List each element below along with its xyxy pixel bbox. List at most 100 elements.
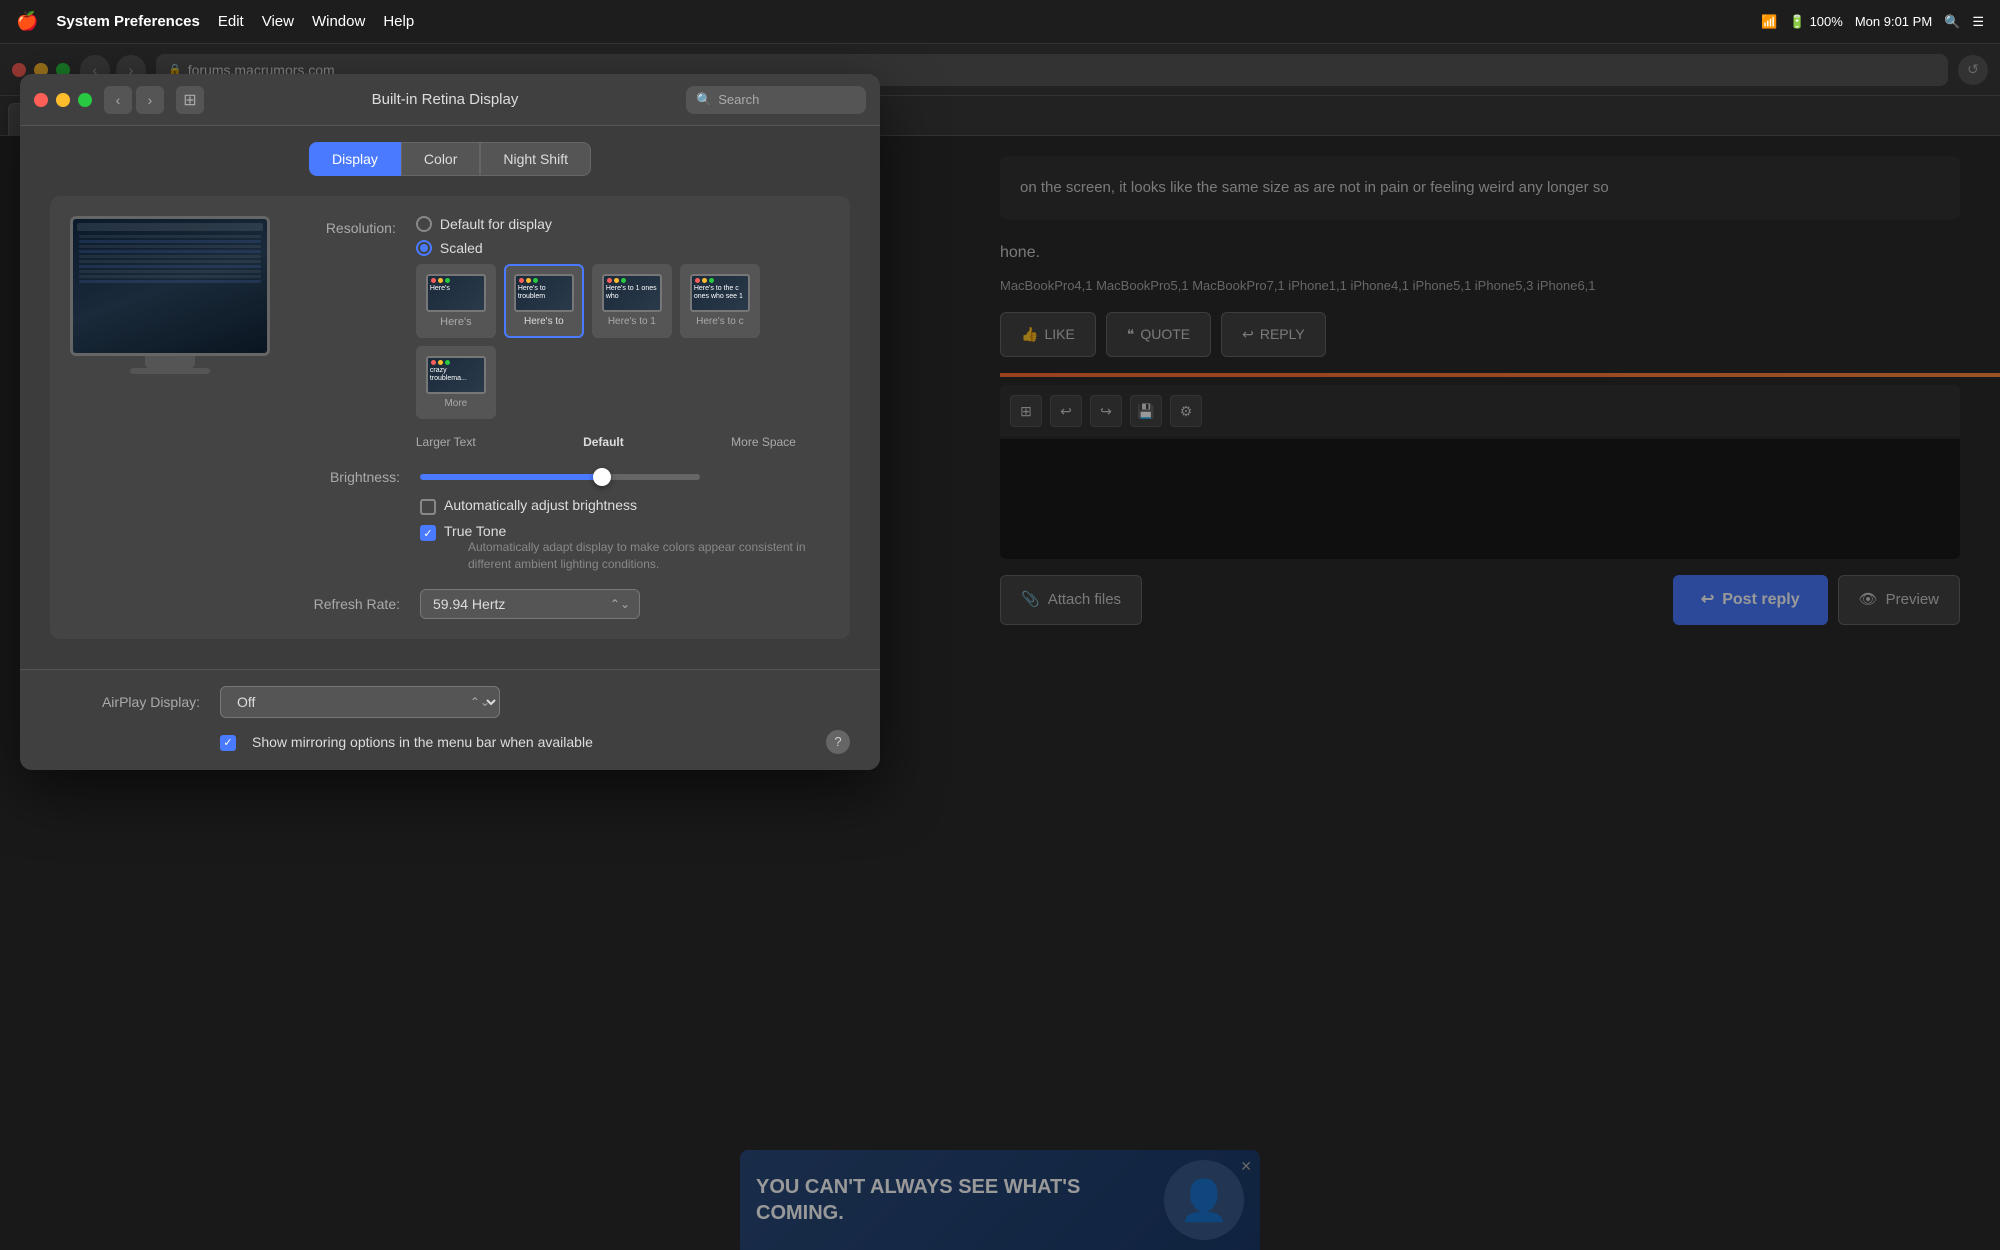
- monitor-line-6: [79, 260, 261, 263]
- syspref-close-button[interactable]: [34, 93, 48, 107]
- scaled-label-default: Default: [583, 435, 624, 449]
- search-icon: 🔍: [696, 92, 712, 108]
- scaled-option-screen-2: Here's to troublem: [514, 274, 574, 312]
- so-red-5: [431, 360, 436, 365]
- scaled-option-text-3: Here's to 1 ones who: [604, 285, 660, 302]
- so-green-4: [709, 278, 714, 283]
- monitor-line-3: [79, 245, 261, 248]
- scaled-option-1[interactable]: Here's Here's: [416, 264, 496, 338]
- display-area: Resolution: Default for display Scaled: [50, 196, 850, 639]
- so-yellow-4: [702, 278, 707, 283]
- monitor-screen: [70, 216, 270, 356]
- so-yellow-1: [438, 278, 443, 283]
- airplay-label: AirPlay Display:: [50, 694, 200, 710]
- menubar-right: 📶 🔋 100% Mon 9:01 PM 🔍 ☰: [1761, 14, 1984, 30]
- help-button[interactable]: ?: [826, 730, 850, 754]
- scaled-option-label-4: Here's to c: [696, 316, 743, 327]
- scaled-option-label-2: Here's to: [524, 316, 564, 327]
- scaled-options-container: Here's Here's: [416, 264, 830, 419]
- scaled-option-traffic-1: [428, 276, 484, 285]
- refresh-rate-select-wrapper: 59.94 Hertz 60 Hertz ⌃⌄: [420, 589, 640, 619]
- menubar-system-preferences[interactable]: System Preferences: [56, 13, 199, 30]
- tab-color[interactable]: Color: [401, 142, 480, 176]
- monitor-line-7: [79, 265, 261, 268]
- airplay-chevron: ⌃⌄: [470, 695, 490, 709]
- syspref-overlay: ‹ › ⊞ Built-in Retina Display 🔍 Search D…: [0, 44, 2000, 1250]
- scaled-option-5[interactable]: crazy troublema... More: [416, 346, 496, 419]
- monitor-menubar-sim: [77, 223, 263, 231]
- scaled-option-text-1: Here's: [428, 285, 484, 293]
- monitor-line-4: [79, 250, 261, 253]
- so-red-4: [695, 278, 700, 283]
- monitor-stand: [145, 356, 195, 368]
- scaled-option-screen-1: Here's: [426, 274, 486, 312]
- refresh-rate-row: Refresh Rate: 59.94 Hertz 60 Hertz ⌃⌄: [300, 589, 830, 619]
- airplay-select-wrapper: Off ⌃⌄: [220, 686, 500, 718]
- monitor-line-2: [79, 240, 261, 243]
- scaled-option-label-3: Here's to 1: [608, 316, 656, 327]
- refresh-rate-chevron: ⌃⌄: [610, 597, 630, 611]
- refresh-rate-select[interactable]: 59.94 Hertz 60 Hertz: [420, 589, 640, 619]
- brightness-thumb[interactable]: [593, 468, 611, 486]
- scaled-option-traffic-3: [604, 276, 660, 285]
- resolution-default-option[interactable]: Default for display: [416, 216, 830, 232]
- syspref-search-bar[interactable]: 🔍 Search: [686, 86, 866, 114]
- menubar-view[interactable]: View: [262, 13, 294, 30]
- menubar-wifi: 📶: [1761, 14, 1777, 30]
- menubar-help[interactable]: Help: [383, 13, 414, 30]
- mirroring-row: ✓ Show mirroring options in the menu bar…: [220, 733, 593, 751]
- scaled-option-text-2: Here's to troublem: [516, 285, 572, 302]
- menubar: 🍎 System Preferences Edit View Window He…: [0, 0, 2000, 44]
- brightness-slider[interactable]: [420, 474, 700, 480]
- brightness-label: Brightness:: [300, 469, 400, 485]
- menubar-left: 🍎 System Preferences Edit View Window He…: [16, 11, 1761, 32]
- menubar-window[interactable]: Window: [312, 13, 365, 30]
- radio-scaled[interactable]: [416, 240, 432, 256]
- auto-brightness-checkbox[interactable]: [420, 499, 436, 515]
- mirroring-section: ✓ Show mirroring options in the menu bar…: [50, 730, 850, 754]
- tab-display[interactable]: Display: [309, 142, 401, 176]
- menubar-edit[interactable]: Edit: [218, 13, 244, 30]
- resolution-scaled-option[interactable]: Scaled: [416, 240, 830, 256]
- syspref-nav-buttons: ‹ ›: [104, 86, 164, 114]
- syspref-tabs: Display Color Night Shift: [20, 126, 880, 176]
- monitor-preview: [70, 216, 270, 619]
- resolution-label: Resolution:: [300, 216, 396, 236]
- syspref-bottom: AirPlay Display: Off ⌃⌄ ✓ Show mirroring…: [20, 669, 880, 770]
- so-red-3: [607, 278, 612, 283]
- true-tone-checkbox[interactable]: ✓: [420, 525, 436, 541]
- scaled-option-4[interactable]: Here's to the c ones who see 1 Here's to…: [680, 264, 760, 338]
- monitor-base: [130, 368, 210, 374]
- scaled-label-larger: Larger Text: [416, 435, 476, 449]
- menubar-clock: Mon 9:01 PM: [1855, 14, 1932, 29]
- monitor-line-5: [79, 255, 261, 258]
- so-green-3: [621, 278, 626, 283]
- true-tone-content: True Tone Automatically adapt display to…: [444, 523, 830, 573]
- apple-menu[interactable]: 🍎: [16, 11, 38, 32]
- menubar-search-icon[interactable]: 🔍: [1944, 14, 1960, 30]
- menubar-notifications-icon[interactable]: ☰: [1972, 14, 1984, 30]
- radio-default[interactable]: [416, 216, 432, 232]
- monitor-line-8: [79, 270, 261, 273]
- syspref-minimize-button[interactable]: [56, 93, 70, 107]
- syspref-forward-button[interactable]: ›: [136, 86, 164, 114]
- true-tone-label: True Tone: [444, 523, 830, 539]
- search-placeholder: Search: [718, 92, 759, 107]
- scaled-option-3[interactable]: Here's to 1 ones who Here's to 1: [592, 264, 672, 338]
- so-green-5: [445, 360, 450, 365]
- syspref-back-button[interactable]: ‹: [104, 86, 132, 114]
- syspref-maximize-button[interactable]: [78, 93, 92, 107]
- scaled-option-2[interactable]: Here's to troublem Here's to: [504, 264, 584, 338]
- tab-night-shift[interactable]: Night Shift: [480, 142, 591, 176]
- monitor-line-10: [79, 280, 261, 283]
- syspref-display-window: ‹ › ⊞ Built-in Retina Display 🔍 Search D…: [20, 74, 880, 770]
- radio-scaled-dot: [420, 244, 428, 252]
- scaled-labels: Larger Text Default More Space: [416, 435, 796, 449]
- syspref-grid-button[interactable]: ⊞: [176, 86, 204, 114]
- so-yellow-3: [614, 278, 619, 283]
- syspref-traffic-lights: [34, 93, 92, 107]
- mirroring-checkbox[interactable]: ✓: [220, 735, 236, 751]
- monitor-content-sim: [77, 233, 263, 349]
- resolution-scaled-label: Scaled: [440, 240, 483, 256]
- airplay-select[interactable]: Off: [220, 686, 500, 718]
